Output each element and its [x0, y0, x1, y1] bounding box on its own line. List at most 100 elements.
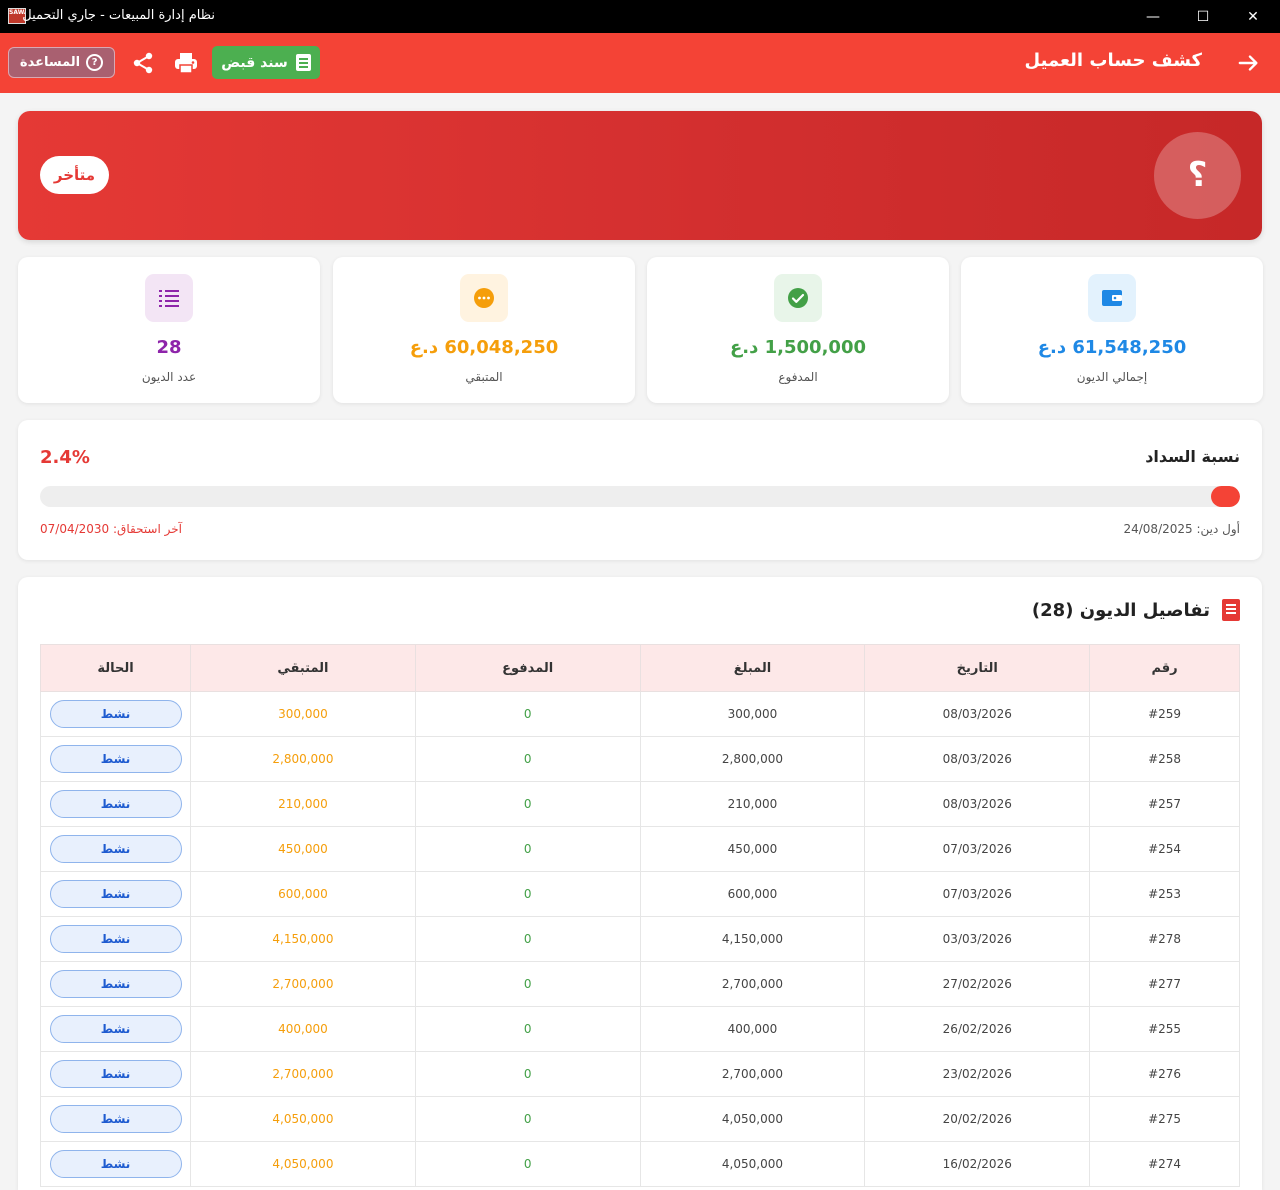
close-button[interactable]: ✕ — [1228, 0, 1278, 33]
cell-paid: 0 — [414, 871, 641, 917]
cell-id: #277 — [1089, 961, 1240, 1007]
cell-id: #258 — [1089, 736, 1240, 782]
cell-id: #255 — [1089, 1006, 1240, 1052]
cell-paid: 0 — [414, 1051, 641, 1097]
table-header-row: رقم التاريخ المبلغ المدفوع المتبقي الحال… — [39, 644, 1240, 692]
cell-status: نشط — [39, 916, 192, 962]
cell-remaining: 450,000 — [190, 826, 416, 872]
progress-bar-fill — [1211, 486, 1240, 507]
status-badge: نشط — [49, 745, 182, 773]
cell-date: 08/03/2026 — [864, 736, 1091, 782]
column-header[interactable]: المتبقي — [190, 644, 416, 692]
table-row[interactable]: #276 23/02/2026 2,700,000 0 2,700,000 نشط — [39, 1051, 1240, 1097]
cell-id: #278 — [1089, 916, 1240, 962]
table-row[interactable]: #254 07/03/2026 450,000 0 450,000 نشط — [39, 826, 1240, 872]
cell-remaining: 210,000 — [190, 781, 416, 827]
help-button[interactable]: ? المساعدة — [8, 47, 115, 78]
cell-status: نشط — [39, 691, 192, 737]
cell-remaining: 2,800,000 — [190, 736, 416, 782]
first-debt-date: أول دين: 24/08/2025 — [1123, 522, 1240, 536]
debts-details-card: تفاصيل الديون (28) رقم التاريخ المبلغ ال… — [18, 577, 1262, 1190]
cell-id: #274 — [1089, 1141, 1240, 1187]
receipt-voucher-button[interactable]: سند قبض — [212, 46, 320, 79]
cell-status: نشط — [39, 1051, 192, 1097]
cell-date: 08/03/2026 — [864, 781, 1091, 827]
column-header[interactable]: رقم — [1089, 644, 1240, 692]
cell-remaining: 300,000 — [190, 691, 416, 737]
window-titlebar: SAWA نظام إدارة المبيعات - جاري التحميل … — [0, 0, 1280, 33]
status-badge: نشط — [49, 970, 182, 998]
cell-paid: 0 — [414, 781, 641, 827]
stat-value: 1,500,000 د.ع — [730, 337, 866, 358]
cell-paid: 0 — [414, 916, 641, 962]
cell-status: نشط — [39, 781, 192, 827]
check-circle-icon — [774, 274, 822, 322]
wallet-icon — [1088, 274, 1136, 322]
last-due-date: آخر استحقاق: 07/04/2030 — [40, 522, 183, 536]
payment-progress-card: نسبة السداد 2.4% أول دين: 24/08/2025 آخر… — [18, 420, 1262, 560]
cell-paid: 0 — [414, 691, 641, 737]
table-row[interactable]: #253 07/03/2026 600,000 0 600,000 نشط — [39, 871, 1240, 917]
table-row[interactable]: #259 08/03/2026 300,000 0 300,000 نشط — [39, 691, 1240, 737]
cell-id: #275 — [1089, 1096, 1240, 1142]
status-badge: نشط — [49, 835, 182, 863]
table-row[interactable]: #274 16/02/2026 4,050,000 0 4,050,000 نشط — [39, 1141, 1240, 1187]
cell-amount: 450,000 — [639, 826, 866, 872]
table-row[interactable]: #277 27/02/2026 2,700,000 0 2,700,000 نشط — [39, 961, 1240, 1007]
table-row[interactable]: #278 03/03/2026 4,150,000 0 4,150,000 نشط — [39, 916, 1240, 962]
minimize-button[interactable]: — — [1128, 0, 1178, 33]
cell-paid: 0 — [414, 826, 641, 872]
print-icon[interactable] — [173, 51, 199, 75]
cell-id: #253 — [1089, 871, 1240, 917]
progress-title: نسبة السداد — [1145, 447, 1240, 466]
column-header[interactable]: المبلغ — [639, 644, 866, 692]
cell-amount: 2,700,000 — [639, 1051, 866, 1097]
cell-paid: 0 — [414, 736, 641, 782]
cell-amount: 4,150,000 — [639, 916, 866, 962]
maximize-button[interactable]: ☐ — [1178, 0, 1228, 33]
stat-card-total-debts: 61,548,250 د.ع إجمالي الديون — [961, 257, 1263, 403]
cell-date: 07/03/2026 — [864, 871, 1091, 917]
table-row[interactable]: #257 08/03/2026 210,000 0 210,000 نشط — [39, 781, 1240, 827]
debts-header: تفاصيل الديون (28) — [1032, 599, 1240, 621]
cell-amount: 2,700,000 — [639, 961, 866, 1007]
cell-amount: 4,050,000 — [639, 1096, 866, 1142]
table-row[interactable]: #255 26/02/2026 400,000 0 400,000 نشط — [39, 1006, 1240, 1052]
cell-amount: 210,000 — [639, 781, 866, 827]
table-row[interactable]: #258 08/03/2026 2,800,000 0 2,800,000 نشط — [39, 736, 1240, 782]
stat-card-remaining: 60,048,250 د.ع المتبقي — [333, 257, 635, 403]
table-row[interactable]: #275 20/02/2026 4,050,000 0 4,050,000 نشط — [39, 1096, 1240, 1142]
customer-banner: ؟ متأخر — [18, 111, 1262, 240]
cell-remaining: 4,050,000 — [190, 1096, 416, 1142]
cell-date: 16/02/2026 — [864, 1141, 1091, 1187]
cell-id: #259 — [1089, 691, 1240, 737]
progress-bar — [40, 486, 1240, 507]
cell-remaining: 2,700,000 — [190, 1051, 416, 1097]
cell-paid: 0 — [414, 961, 641, 1007]
back-arrow-icon[interactable] — [1236, 49, 1262, 77]
cell-date: 08/03/2026 — [864, 691, 1091, 737]
share-icon[interactable] — [131, 51, 155, 75]
column-header[interactable]: الحالة — [39, 644, 192, 692]
column-header[interactable]: المدفوع — [414, 644, 641, 692]
progress-percent: 2.4% — [40, 447, 90, 468]
cell-status: نشط — [39, 961, 192, 1007]
cell-status: نشط — [39, 871, 192, 917]
cell-remaining: 4,150,000 — [190, 916, 416, 962]
customer-avatar: ؟ — [1154, 132, 1241, 219]
stat-card-paid: 1,500,000 د.ع المدفوع — [647, 257, 949, 403]
receipt-voucher-label: سند قبض — [221, 54, 288, 71]
cell-date: 23/02/2026 — [864, 1051, 1091, 1097]
stat-value: 60,048,250 د.ع — [409, 337, 559, 358]
cell-date: 26/02/2026 — [864, 1006, 1091, 1052]
stat-card-debt-count: 28 عدد الديون — [18, 257, 320, 403]
app-toolbar: كشف حساب العميل سند قبض ? المساعدة — [0, 33, 1280, 93]
cell-date: 03/03/2026 — [864, 916, 1091, 962]
receipt-icon — [1222, 599, 1240, 621]
cell-date: 07/03/2026 — [864, 826, 1091, 872]
help-circle-icon: ? — [86, 54, 104, 71]
stat-label: المدفوع — [778, 370, 818, 384]
stat-label: إجمالي الديون — [1076, 370, 1148, 384]
column-header[interactable]: التاريخ — [864, 644, 1091, 692]
status-badge: نشط — [49, 880, 182, 908]
